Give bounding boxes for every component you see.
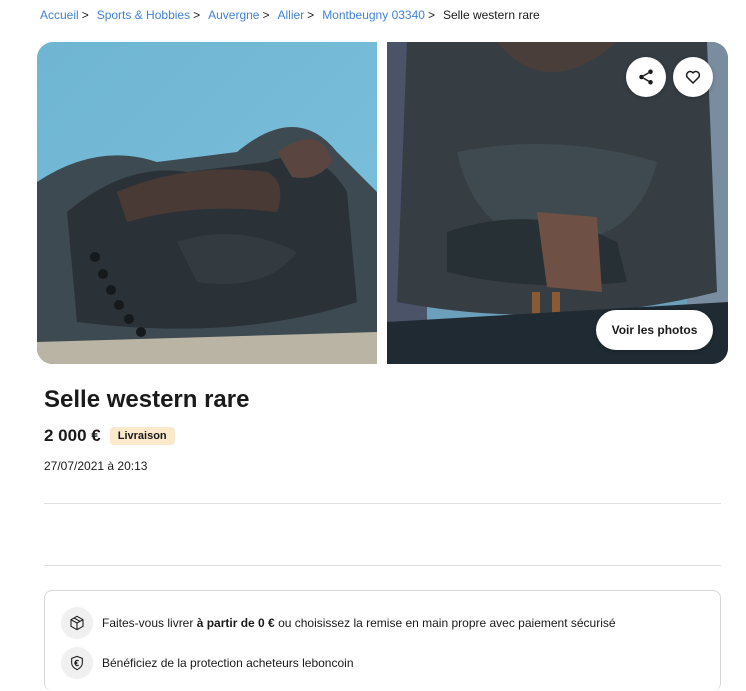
breadcrumb-separator: > xyxy=(307,8,315,22)
shield-euro-icon xyxy=(61,647,93,679)
breadcrumb-link-category[interactable]: Sports & Hobbies xyxy=(97,8,190,22)
saddle-side-image xyxy=(37,42,377,364)
heart-icon xyxy=(684,68,702,86)
breadcrumb-separator: > xyxy=(262,8,270,22)
divider xyxy=(44,565,721,566)
protection-info: Bénéficiez de la protection acheteurs le… xyxy=(61,647,354,679)
listing-photo-main[interactable] xyxy=(37,42,377,364)
buyer-info-box: Faites-vous livrer à partir de 0 € ou ch… xyxy=(44,590,721,691)
breadcrumb-separator: > xyxy=(427,8,435,22)
breadcrumb-link-region[interactable]: Auvergne xyxy=(208,8,259,22)
breadcrumb: Accueil > Sports & Hobbies > Auvergne > … xyxy=(40,8,540,22)
price-row: 2 000 € Livraison xyxy=(44,426,175,446)
breadcrumb-link-city[interactable]: Montbeugny 03340 xyxy=(322,8,425,22)
listing-date: 27/07/2021 à 20:13 xyxy=(44,459,148,473)
share-icon xyxy=(637,68,655,86)
breadcrumb-link-home[interactable]: Accueil xyxy=(40,8,79,22)
share-button[interactable] xyxy=(626,57,666,97)
delivery-text-bold: à partir de 0 € xyxy=(196,616,275,630)
breadcrumb-current: Selle western rare xyxy=(442,8,540,22)
breadcrumb-separator: > xyxy=(81,8,89,22)
favorite-button[interactable] xyxy=(673,57,713,97)
divider xyxy=(44,503,721,504)
protection-text: Bénéficiez de la protection acheteurs le… xyxy=(102,656,354,670)
breadcrumb-link-department[interactable]: Allier xyxy=(278,8,305,22)
delivery-badge: Livraison xyxy=(109,427,175,445)
delivery-text-prefix: Faites-vous livrer xyxy=(102,616,197,630)
listing-title: Selle western rare xyxy=(44,386,250,413)
breadcrumb-separator: > xyxy=(193,8,201,22)
view-photos-button[interactable]: Voir les photos xyxy=(596,310,713,350)
delivery-info: Faites-vous livrer à partir de 0 € ou ch… xyxy=(61,607,616,639)
package-icon xyxy=(61,607,93,639)
listing-price: 2 000 € xyxy=(44,426,101,445)
delivery-text-suffix: ou choisissez la remise en main propre a… xyxy=(274,616,616,630)
